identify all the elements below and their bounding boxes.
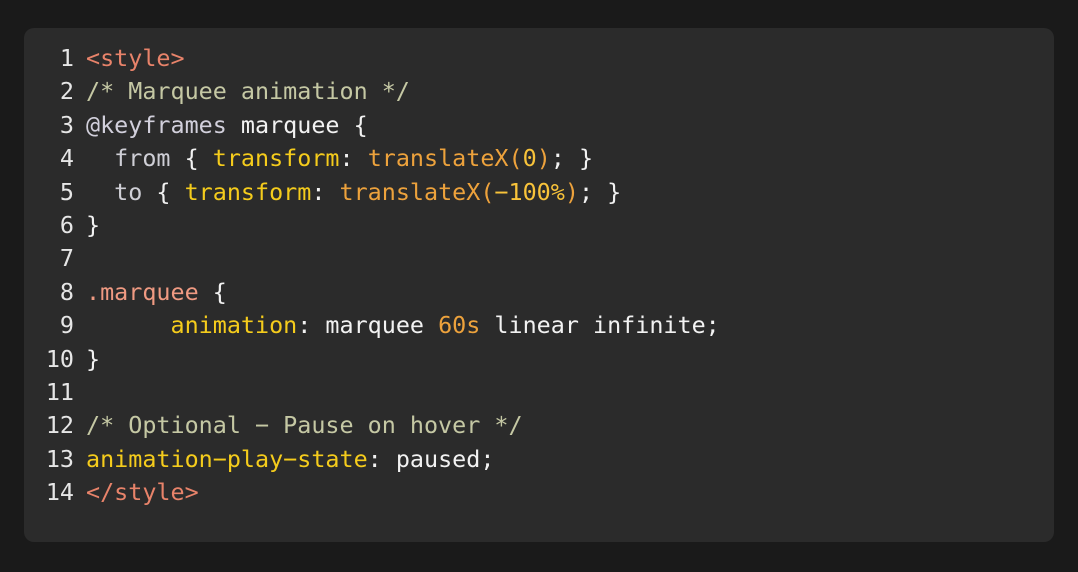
code-line[interactable]: 9 animation: marquee 60s linear infinite… <box>24 309 1054 342</box>
code-line-list: 1 <style> 2 /* Marquee animation */ 3 @keyfra… <box>24 42 1054 509</box>
code-token: 0 <box>522 144 537 173</box>
code-line[interactable]: 10} <box>24 343 1054 376</box>
line-number: 7 <box>59 244 74 273</box>
code-token: from <box>114 144 171 173</box>
line-content[interactable]: to { transform: translateX(−100%); } <box>86 176 621 209</box>
code-token: : <box>339 144 368 173</box>
code-token: ) <box>564 177 579 206</box>
code-line[interactable]: 1 <style> <box>24 42 1054 75</box>
code-token: 60s <box>438 311 481 340</box>
line-number: 12 <box>45 411 74 440</box>
line-number: 4 <box>59 144 74 173</box>
code-token: animation <box>170 311 298 340</box>
code-token: } <box>86 344 101 373</box>
code-line[interactable]: 13 animation−play−state: paused; <box>24 443 1054 476</box>
code-token: ; } <box>550 144 594 173</box>
code-token: marquee { <box>226 110 368 139</box>
code-line[interactable]: 12 /* Optional − Pause on hover */ <box>24 409 1054 442</box>
line-number: 13 <box>45 444 74 473</box>
code-token: −100% <box>494 177 565 206</box>
code-line[interactable]: 2 /* Marquee animation */ <box>24 75 1054 108</box>
code-token: to <box>114 177 143 206</box>
code-line[interactable]: 4 from { transform: translateX(0); } <box>24 142 1054 175</box>
code-token: translateX( <box>367 144 523 173</box>
line-number: 2 <box>59 77 74 106</box>
line-number: 6 <box>59 210 74 239</box>
line-number: 3 <box>59 110 74 139</box>
line-number: 8 <box>59 277 74 306</box>
code-token: /* Marquee animation */ <box>86 77 410 106</box>
code-panel: 1 <style> 2 /* Marquee animation */ 3 @keyfra… <box>24 28 1054 542</box>
code-token: @keyframes <box>86 110 227 139</box>
line-content[interactable]: @keyframes marquee { <box>86 109 368 142</box>
code-token: } <box>86 210 101 239</box>
code-token: { <box>198 277 227 306</box>
line-content[interactable]: animation−play−state: paused; <box>86 443 494 476</box>
code-line[interactable]: 6} <box>24 209 1054 242</box>
line-number: 14 <box>45 478 74 507</box>
line-content[interactable]: from { transform: translateX(0); } <box>86 142 593 175</box>
code-token: : <box>367 444 396 473</box>
code-token: linear infinite; <box>480 311 720 340</box>
code-token: { <box>170 144 213 173</box>
line-content[interactable]: </style> <box>86 476 199 509</box>
code-line[interactable]: 11 <box>24 376 1054 409</box>
code-token: <style> <box>86 44 185 72</box>
code-token: translateX( <box>339 177 495 206</box>
code-token: /* Optional − Pause on hover */ <box>86 411 523 440</box>
code-line[interactable]: 3 @keyframes marquee { <box>24 109 1054 142</box>
line-content[interactable]: /* Optional − Pause on hover */ <box>86 409 523 442</box>
code-line[interactable]: 7 <box>24 242 1054 275</box>
code-token: marquee <box>325 311 439 340</box>
code-token: transform <box>184 177 312 206</box>
line-content[interactable]: .marquee { <box>86 276 227 309</box>
line-number: 1 <box>59 44 74 72</box>
code-token: animation−play−state <box>86 444 368 473</box>
line-number: 9 <box>59 311 74 340</box>
code-token: ; } <box>578 177 622 206</box>
line-content[interactable]: } <box>86 209 100 242</box>
line-content[interactable]: } <box>86 343 100 376</box>
screenshot-root: 1 <style> 2 /* Marquee animation */ 3 @keyfra… <box>0 0 1078 572</box>
code-line[interactable]: 5 to { transform: translateX(−100%); } <box>24 176 1054 209</box>
line-content[interactable]: <style> <box>86 42 185 75</box>
line-content[interactable]: /* Marquee animation */ <box>86 75 410 108</box>
line-content[interactable]: animation: marquee 60s linear infinite; <box>86 309 720 342</box>
code-token: paused; <box>395 444 495 473</box>
code-token: .marquee <box>86 277 199 306</box>
code-token: ) <box>536 144 551 173</box>
code-token: </style> <box>86 478 199 507</box>
code-token: : <box>297 311 326 340</box>
code-line[interactable]: 8 .marquee { <box>24 276 1054 309</box>
line-number: 11 <box>45 377 74 406</box>
code-line[interactable]: 14 </style> <box>24 476 1054 509</box>
line-number: 5 <box>59 177 74 206</box>
code-token: transform <box>212 144 340 173</box>
code-token: { <box>142 177 185 206</box>
code-token: : <box>311 177 340 206</box>
line-number: 10 <box>45 344 74 373</box>
